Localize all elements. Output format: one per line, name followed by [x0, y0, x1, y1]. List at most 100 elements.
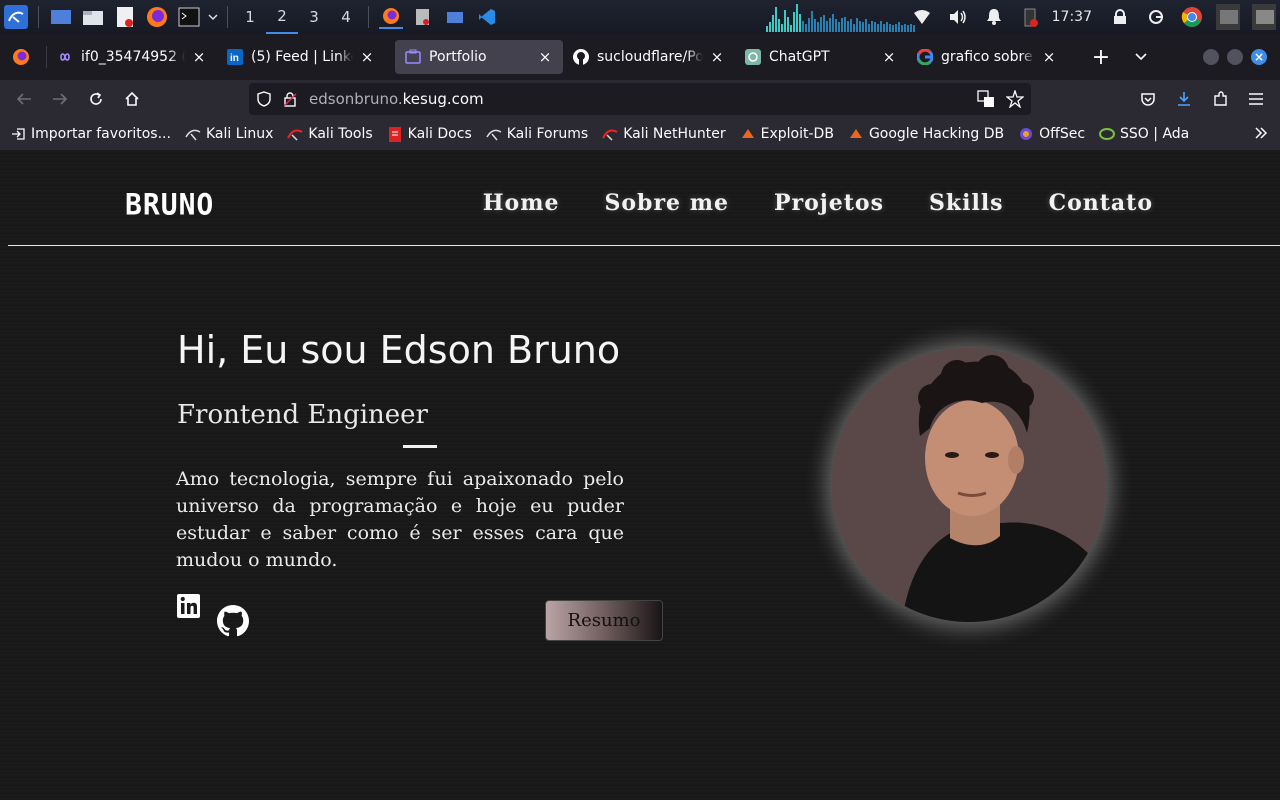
close-tab-icon[interactable]: ×: [359, 49, 375, 65]
tab-portfolio[interactable]: Portfolio ×: [395, 40, 563, 74]
bookmark-google-hacking-db[interactable]: Google Hacking DB: [848, 126, 1004, 142]
text-editor-icon[interactable]: [113, 5, 137, 29]
maximize-window-icon[interactable]: [1227, 49, 1243, 65]
netgraph-bar: [814, 19, 816, 32]
user-avatar-icon[interactable]: [1252, 4, 1276, 30]
app-menu-icon[interactable]: [1240, 83, 1272, 115]
vscode-window-icon[interactable]: [475, 5, 499, 29]
github-icon[interactable]: [217, 605, 249, 637]
bookmark-kali-docs[interactable]: Kali Docs: [387, 126, 472, 142]
site-security-icon[interactable]: [283, 91, 301, 107]
back-icon[interactable]: [8, 83, 40, 115]
ghdb-icon: [848, 126, 864, 142]
chevron-down-icon[interactable]: [207, 5, 219, 29]
close-tab-icon[interactable]: ×: [1041, 49, 1057, 65]
bookmarks-overflow-icon[interactable]: [1254, 126, 1268, 144]
netgraph-bar: [868, 24, 870, 32]
tab-infinityfree[interactable]: if0_35474952 (W ×: [47, 40, 217, 74]
firefox-launcher-icon[interactable]: [145, 5, 169, 29]
wifi-icon[interactable]: [910, 5, 934, 29]
list-all-tabs-icon[interactable]: [1125, 41, 1157, 73]
netgraph-bar: [865, 19, 867, 32]
bookmark-kali-linux[interactable]: Kali Linux: [185, 126, 273, 142]
site-logo[interactable]: BRUNO: [125, 187, 214, 222]
workspace-3[interactable]: 3: [298, 0, 330, 34]
hero-divider: [403, 445, 437, 448]
workspace-2[interactable]: 2: [266, 0, 298, 34]
netgraph-bar: [862, 22, 864, 32]
clock[interactable]: 17:37: [1052, 9, 1092, 25]
bookmark-label: Importar favoritos...: [31, 126, 171, 142]
nav-home[interactable]: Home: [483, 190, 560, 216]
user-avatar-icon[interactable]: [1216, 4, 1240, 30]
taskbar-separator: [368, 6, 369, 28]
netgraph-bar: [859, 21, 861, 32]
workspace-4[interactable]: 4: [330, 0, 362, 34]
header-divider: [8, 245, 1280, 246]
forward-icon[interactable]: [44, 83, 76, 115]
bookmark-label: SSO | Ada: [1120, 126, 1190, 142]
battery-icon[interactable]: [1018, 5, 1042, 29]
volume-icon[interactable]: [946, 5, 970, 29]
bookmark-exploit-db[interactable]: Exploit-DB: [740, 126, 834, 142]
workspace-1[interactable]: 1: [234, 0, 266, 34]
portfolio-icon: [405, 49, 421, 65]
netgraph-bar: [769, 22, 771, 32]
bookmark-star-icon[interactable]: [1005, 88, 1025, 112]
netgraph-bar: [874, 22, 876, 32]
tab-title: grafico sobre con: [941, 49, 1035, 65]
close-tab-icon[interactable]: ×: [881, 49, 897, 65]
close-tab-icon[interactable]: ×: [709, 49, 725, 65]
file-manager-icon[interactable]: [81, 5, 105, 29]
kali-docs-icon: [387, 126, 403, 142]
firefox-view-icon[interactable]: [6, 41, 36, 73]
tab-chatgpt[interactable]: ChatGPT ×: [735, 40, 907, 74]
home-icon[interactable]: [116, 83, 148, 115]
kali-menu-icon[interactable]: [4, 5, 28, 29]
bookmark-import[interactable]: Importar favoritos...: [10, 126, 171, 142]
terminal-launcher-icon[interactable]: [177, 5, 201, 29]
folder-window-icon[interactable]: [443, 5, 467, 29]
lock-icon[interactable]: [1108, 5, 1132, 29]
firefox-window-icon[interactable]: [379, 5, 403, 29]
editor-window-icon[interactable]: [411, 5, 435, 29]
bookmark-kali-nethunter[interactable]: Kali NetHunter: [602, 126, 726, 142]
url-text[interactable]: edsonbruno.kesug.com: [309, 90, 484, 108]
close-tab-icon[interactable]: ×: [537, 49, 553, 65]
nav-contato[interactable]: Contato: [1049, 190, 1153, 216]
tab-google-search[interactable]: grafico sobre con ×: [907, 40, 1067, 74]
close-window-icon[interactable]: ×: [1251, 49, 1267, 65]
downloads-icon[interactable]: [1168, 83, 1200, 115]
pocket-icon[interactable]: [1132, 83, 1164, 115]
extensions-icon[interactable]: [1204, 83, 1236, 115]
nav-projetos[interactable]: Projetos: [774, 190, 884, 216]
resume-button[interactable]: Resumo: [545, 600, 663, 641]
tab-linkedin[interactable]: in (5) Feed | LinkedIn ×: [217, 40, 385, 74]
new-tab-icon[interactable]: +: [1085, 41, 1117, 73]
notifications-icon[interactable]: [982, 5, 1006, 29]
nav-skills[interactable]: Skills: [929, 190, 1004, 216]
bookmark-offsec[interactable]: OffSec: [1018, 126, 1085, 142]
netgraph-bar: [820, 17, 822, 32]
chrome-icon[interactable]: [1180, 5, 1204, 29]
netgraph-bar: [817, 22, 819, 32]
nav-sobre-me[interactable]: Sobre me: [605, 190, 729, 216]
bookmark-kali-tools[interactable]: Kali Tools: [287, 126, 373, 142]
logout-icon[interactable]: [1144, 5, 1168, 29]
bookmark-label: OffSec: [1039, 126, 1086, 142]
bookmark-label: Kali NetHunter: [623, 126, 726, 142]
translate-icon[interactable]: [977, 90, 995, 112]
reload-icon[interactable]: [80, 83, 112, 115]
linkedin-icon[interactable]: [177, 593, 200, 619]
url-bar[interactable]: edsonbruno.kesug.com: [249, 83, 1031, 115]
minimize-window-icon[interactable]: [1203, 49, 1219, 65]
bookmark-kali-forums[interactable]: Kali Forums: [486, 126, 588, 142]
bookmark-sso-ada[interactable]: SSO | Ada: [1099, 126, 1189, 142]
tab-github[interactable]: sucloudflare/Port ×: [563, 40, 735, 74]
tracking-protection-icon[interactable]: [257, 91, 275, 107]
show-desktop-icon[interactable]: [49, 5, 73, 29]
close-tab-icon[interactable]: ×: [191, 49, 207, 65]
netgraph-bar: [844, 17, 846, 32]
netgraph-bar: [892, 25, 894, 32]
netgraph-bar: [787, 17, 789, 32]
